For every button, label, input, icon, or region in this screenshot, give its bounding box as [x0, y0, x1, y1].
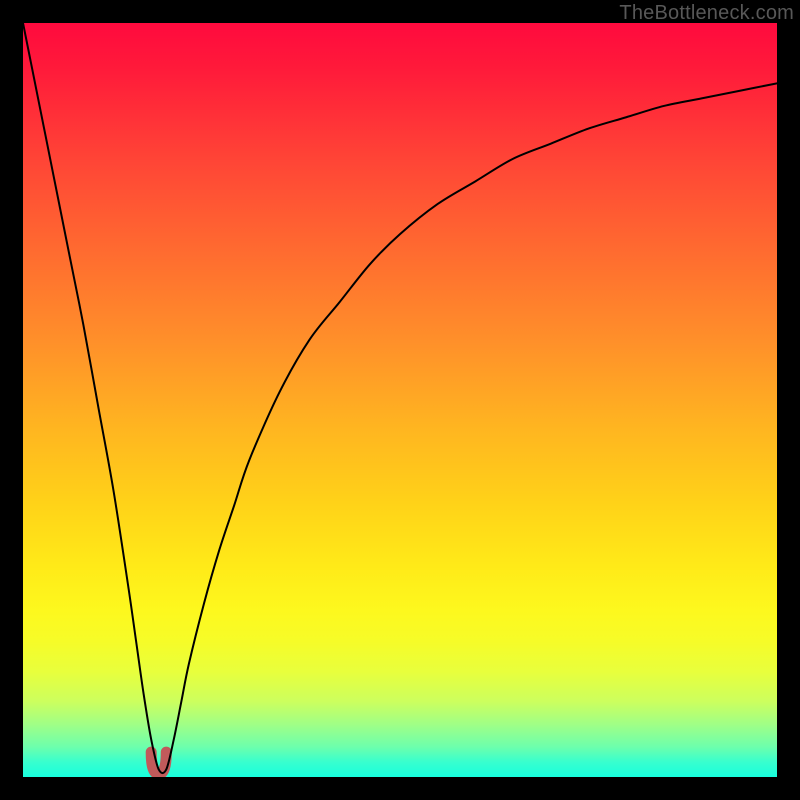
- chart-frame: TheBottleneck.com: [0, 0, 800, 800]
- chart-overlay: [23, 23, 777, 777]
- plot-area: [23, 23, 777, 777]
- watermark-text: TheBottleneck.com: [619, 2, 794, 25]
- bottleneck-curve: [23, 23, 777, 773]
